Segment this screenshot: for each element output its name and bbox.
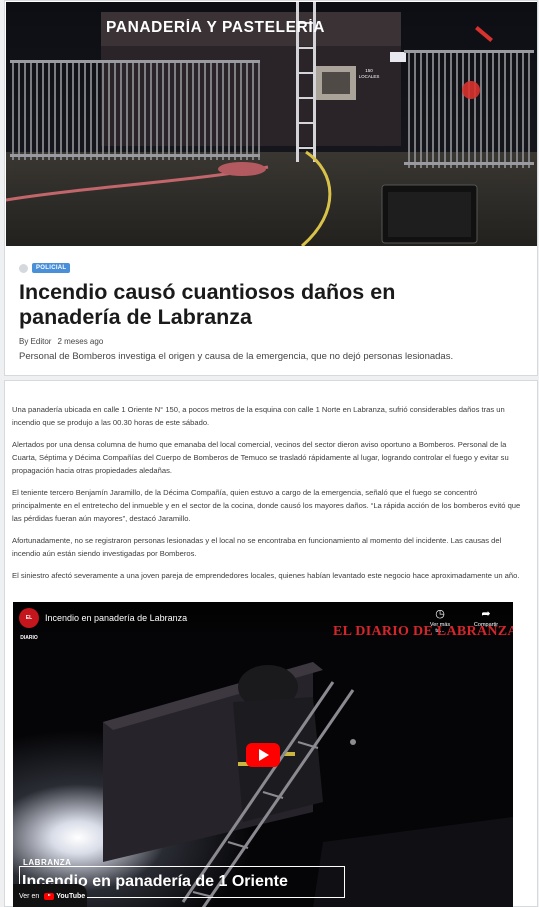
article-title: Incendio causó cuantiosos daños en panad… — [19, 280, 396, 329]
video-title[interactable]: Incendio en panadería de Labranza — [45, 613, 187, 623]
category-row: POLICIAL — [19, 263, 71, 273]
article-paragraph: El teniente tercero Benjamín Jaramillo, … — [12, 488, 521, 524]
hero-image: PANADERÍA Y PASTELERÍA 150 LOCALES — [6, 2, 537, 246]
article-paragraph: Afortunadamente, no se registraron perso… — [12, 536, 502, 559]
shop-sign: PANADERÍA Y PASTELERÍA — [106, 19, 326, 36]
article-paragraph: Una panadería ubicada en calle 1 Oriente… — [12, 405, 505, 428]
video-brand-overlay: EL DIARIO DE LABRANZA — [333, 624, 513, 639]
byline: By Editor 2 meses ago — [19, 337, 103, 346]
article-body: Una panadería ubicada en calle 1 Oriente… — [12, 403, 526, 591]
article-paragraph: El siniestro afectó severamente a una jo… — [12, 571, 520, 581]
article-paragraph: Alertados por una densa columna de humo … — [12, 439, 509, 476]
youtube-icon — [44, 892, 55, 900]
article-header-card: PANADERÍA Y PASTELERÍA 150 LOCALES POLIC… — [4, 0, 538, 376]
channel-avatar[interactable]: EL DIARIO — [19, 608, 39, 641]
post-date: 2 meses ago — [57, 337, 104, 346]
youtube-logo: YouTube — [44, 892, 86, 900]
watch-on-youtube-button[interactable]: Ver en YouTube — [13, 884, 87, 907]
author-link[interactable]: By Editor — [19, 337, 51, 346]
watch-on-label: Ver en — [19, 892, 40, 900]
article-body-card: Una panadería ubicada en calle 1 Oriente… — [4, 380, 538, 907]
site-logo-icon — [19, 263, 28, 273]
page: PANADERÍA Y PASTELERÍA 150 LOCALES POLIC… — [0, 0, 539, 907]
share-icon: ➦ — [481, 608, 491, 620]
clock-icon: ◷ — [435, 608, 445, 620]
shop-number-plate: 150 LOCALES — [358, 68, 380, 79]
play-button-icon[interactable] — [246, 743, 280, 767]
youtube-wordmark: YouTube — [56, 892, 86, 900]
category-badge[interactable]: POLICIAL — [32, 263, 71, 273]
article-summary: Personal de Bomberos investiga el origen… — [19, 351, 454, 362]
youtube-video-embed[interactable]: EL DIARIO Incendio en panadería de Labra… — [13, 602, 513, 907]
